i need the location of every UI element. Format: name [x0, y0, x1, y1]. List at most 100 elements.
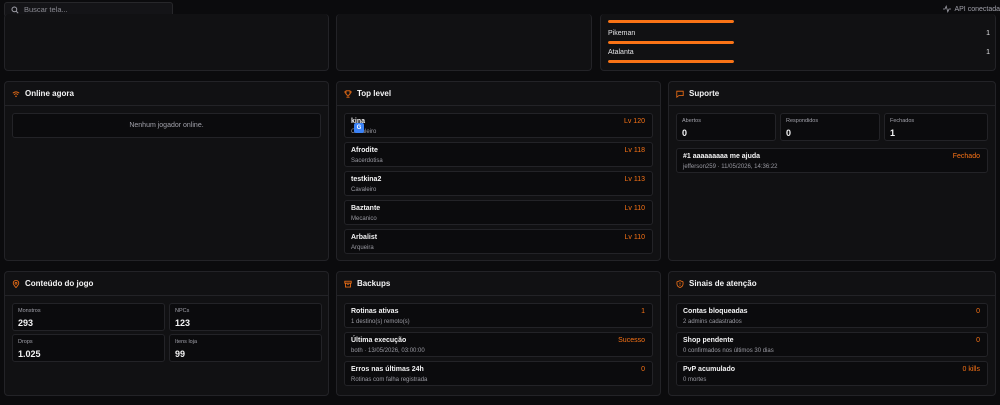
top-level-card: Top level kina Cavaleiro Lv 120 G Afrodi… — [336, 81, 661, 261]
player-row[interactable]: kina Cavaleiro Lv 120 G — [344, 113, 653, 138]
alert-row-title: Contas bloqueadas — [683, 308, 748, 315]
player-class: Cavaleiro — [351, 187, 377, 193]
alert-row-sub: 0 mortes — [683, 377, 707, 383]
translate-icon[interactable]: G — [354, 123, 364, 133]
alert-row-title: PvP acumulado — [683, 366, 736, 373]
content-card: Conteúdo do jogo Monstros 293 NPCs 123 D… — [4, 271, 329, 396]
online-empty-box: Nenhum jogador online. — [12, 113, 321, 138]
alert-row[interactable]: Shop pendente 0 confirmados nos últimos … — [676, 332, 988, 357]
backups-title: Backups — [357, 279, 391, 288]
backup-row[interactable]: Erros nas últimas 24h Rotinas com falha … — [344, 361, 653, 386]
content-title: Conteúdo do jogo — [25, 279, 94, 288]
class-count: 1 — [986, 49, 990, 56]
stat-value: 1 — [890, 128, 896, 138]
stat-label: Drops — [18, 339, 33, 345]
player-row[interactable]: Afrodite Sacerdotisa Lv 118 — [344, 142, 653, 167]
activity-icon — [943, 5, 952, 13]
top-level-title: Top level — [357, 89, 392, 98]
stat-label: Monstros — [18, 308, 41, 314]
online-header: Online agora — [5, 82, 328, 106]
alert-row-value: 0 kills — [962, 366, 980, 373]
message-icon — [676, 90, 684, 98]
support-title: Suporte — [689, 89, 720, 98]
pin-icon — [12, 279, 20, 288]
alert-row-value: 0 — [976, 308, 980, 315]
content-stat-drops: Drops 1.025 — [12, 334, 165, 362]
alert-row[interactable]: Contas bloqueadas 2 admins cadastrados 0 — [676, 303, 988, 328]
alert-row-sub: 2 admins cadastrados — [683, 319, 742, 325]
content-stat-npcs: NPCs 123 — [169, 303, 322, 331]
backup-row-value: 1 — [641, 308, 645, 315]
player-row[interactable]: Arbalist Arqueira Lv 110 — [344, 229, 653, 254]
player-level: Lv 110 — [624, 234, 646, 241]
alert-row-sub: 0 confirmados nos últimos 30 dias — [683, 348, 774, 354]
support-stat-closed: Fechados 1 — [884, 113, 988, 141]
top-left-card — [4, 14, 329, 71]
stat-label: Respondidos — [786, 118, 819, 124]
backups-card: Backups Rotinas ativas 1 destino(s) remo… — [336, 271, 661, 396]
ticket-status: Fechado — [952, 153, 980, 160]
backup-row-sub: 1 destino(s) remoto(s) — [351, 319, 410, 325]
stat-value: 1.025 — [18, 349, 41, 359]
stat-label: Fechados — [890, 118, 915, 124]
class-bar-fill-top — [608, 20, 734, 23]
content-stat-shop-items: Itens loja 99 — [169, 334, 322, 362]
player-class: Arqueira — [351, 245, 374, 251]
stat-value: 123 — [175, 318, 191, 328]
api-status: API conectada — [943, 5, 1000, 13]
alert-row-title: Shop pendente — [683, 337, 734, 344]
alert-row-value: 0 — [976, 337, 980, 344]
player-level: Lv 110 — [624, 205, 646, 212]
stat-value: 0 — [786, 128, 792, 138]
support-card: Suporte Abertos 0 Respondidos 0 Fechados… — [668, 81, 996, 261]
backup-row-value: Sucesso — [618, 337, 645, 344]
class-distribution-card: Pikeman 1 Atalanta 1 — [600, 14, 996, 71]
wifi-icon — [12, 90, 20, 97]
stat-label: Abertos — [682, 118, 701, 124]
stat-value: 99 — [175, 349, 186, 359]
backup-row-title: Erros nas últimas 24h — [351, 366, 424, 373]
online-title: Online agora — [25, 89, 74, 98]
backup-row-title: Última execução — [351, 337, 407, 344]
player-name: Afrodite — [351, 147, 378, 154]
backup-row[interactable]: Última execução both · 13/05/2026, 03:00… — [344, 332, 653, 357]
trophy-icon — [344, 89, 352, 98]
support-stat-answered: Respondidos 0 — [780, 113, 880, 141]
backup-row[interactable]: Rotinas ativas 1 destino(s) remoto(s) 1 — [344, 303, 653, 328]
ticket-row[interactable]: #1 aaaaaaaaa me ajuda jefferson259 · 11/… — [676, 148, 988, 173]
class-count: 1 — [986, 30, 990, 37]
top-level-header: Top level — [337, 82, 660, 106]
backups-header: Backups — [337, 272, 660, 296]
backup-row-value: 0 — [641, 366, 645, 373]
class-name: Atalanta — [608, 49, 634, 56]
ticket-title: #1 aaaaaaaaa me ajuda — [683, 153, 761, 160]
class-bar-track — [608, 60, 734, 63]
search-input[interactable] — [24, 5, 164, 14]
backup-row-sub: both · 13/05/2026, 03:00:00 — [351, 348, 425, 354]
support-stat-open: Abertos 0 — [676, 113, 776, 141]
shield-alert-icon — [676, 279, 684, 288]
top-center-card — [336, 14, 592, 71]
player-level: Lv 113 — [624, 176, 646, 183]
backup-row-sub: Rotinas com falha registrada — [351, 377, 428, 383]
alerts-title: Sinais de atenção — [689, 279, 757, 288]
content-header: Conteúdo do jogo — [5, 272, 328, 296]
stat-label: NPCs — [175, 308, 190, 314]
class-name: Pikeman — [608, 30, 636, 37]
search-icon — [11, 5, 19, 14]
player-row[interactable]: Baztante Mecanico Lv 110 — [344, 200, 653, 225]
alert-row[interactable]: PvP acumulado 0 mortes 0 kills — [676, 361, 988, 386]
class-bar-fill — [608, 60, 734, 63]
content-stat-monsters: Monstros 293 — [12, 303, 165, 331]
class-bar-fill — [608, 41, 734, 44]
class-bar-track-top — [608, 20, 734, 23]
online-card: Online agora Nenhum jogador online. — [4, 81, 329, 261]
api-status-label: API conectada — [954, 5, 1000, 13]
player-class: Mecanico — [351, 216, 377, 222]
player-name: testkina2 — [351, 176, 382, 183]
archive-icon — [344, 280, 352, 287]
player-row[interactable]: testkina2 Cavaleiro Lv 113 — [344, 171, 653, 196]
class-bar-track — [608, 41, 734, 44]
support-header: Suporte — [669, 82, 995, 106]
player-level: Lv 120 — [623, 118, 645, 125]
